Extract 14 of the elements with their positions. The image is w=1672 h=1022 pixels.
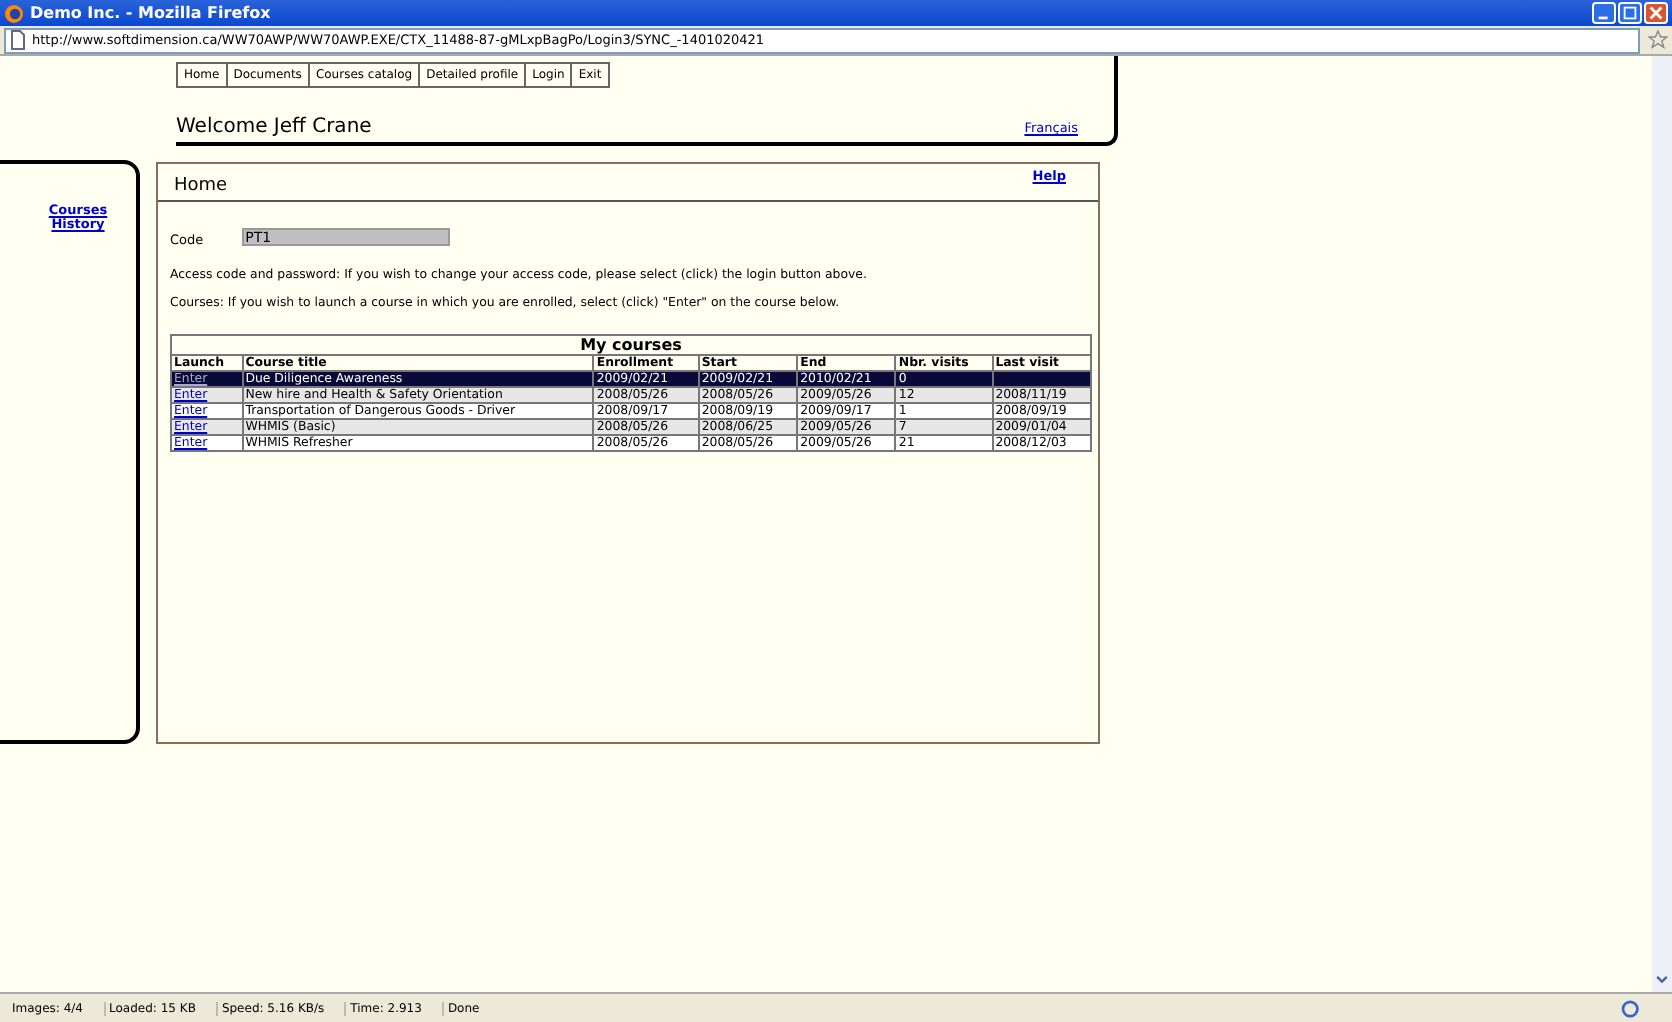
maximize-button[interactable] xyxy=(1618,2,1642,24)
maximize-icon xyxy=(1620,4,1640,22)
close-icon xyxy=(1646,4,1666,22)
scrollbar[interactable] xyxy=(1652,56,1672,992)
close-button[interactable] xyxy=(1644,2,1668,24)
minimize-button[interactable] xyxy=(1592,2,1616,24)
window-title: Demo Inc. - Mozilla Firefox xyxy=(30,4,273,22)
scroll-down-icon[interactable] xyxy=(1654,972,1670,988)
browser-logo-icon xyxy=(4,3,24,23)
page-icon xyxy=(10,30,26,50)
welcome-heading: Welcome Jeff Crane xyxy=(176,116,372,138)
star-icon[interactable] xyxy=(1648,30,1668,50)
panel-title: Home xyxy=(174,176,228,200)
table-caption: My courses xyxy=(171,335,1091,355)
